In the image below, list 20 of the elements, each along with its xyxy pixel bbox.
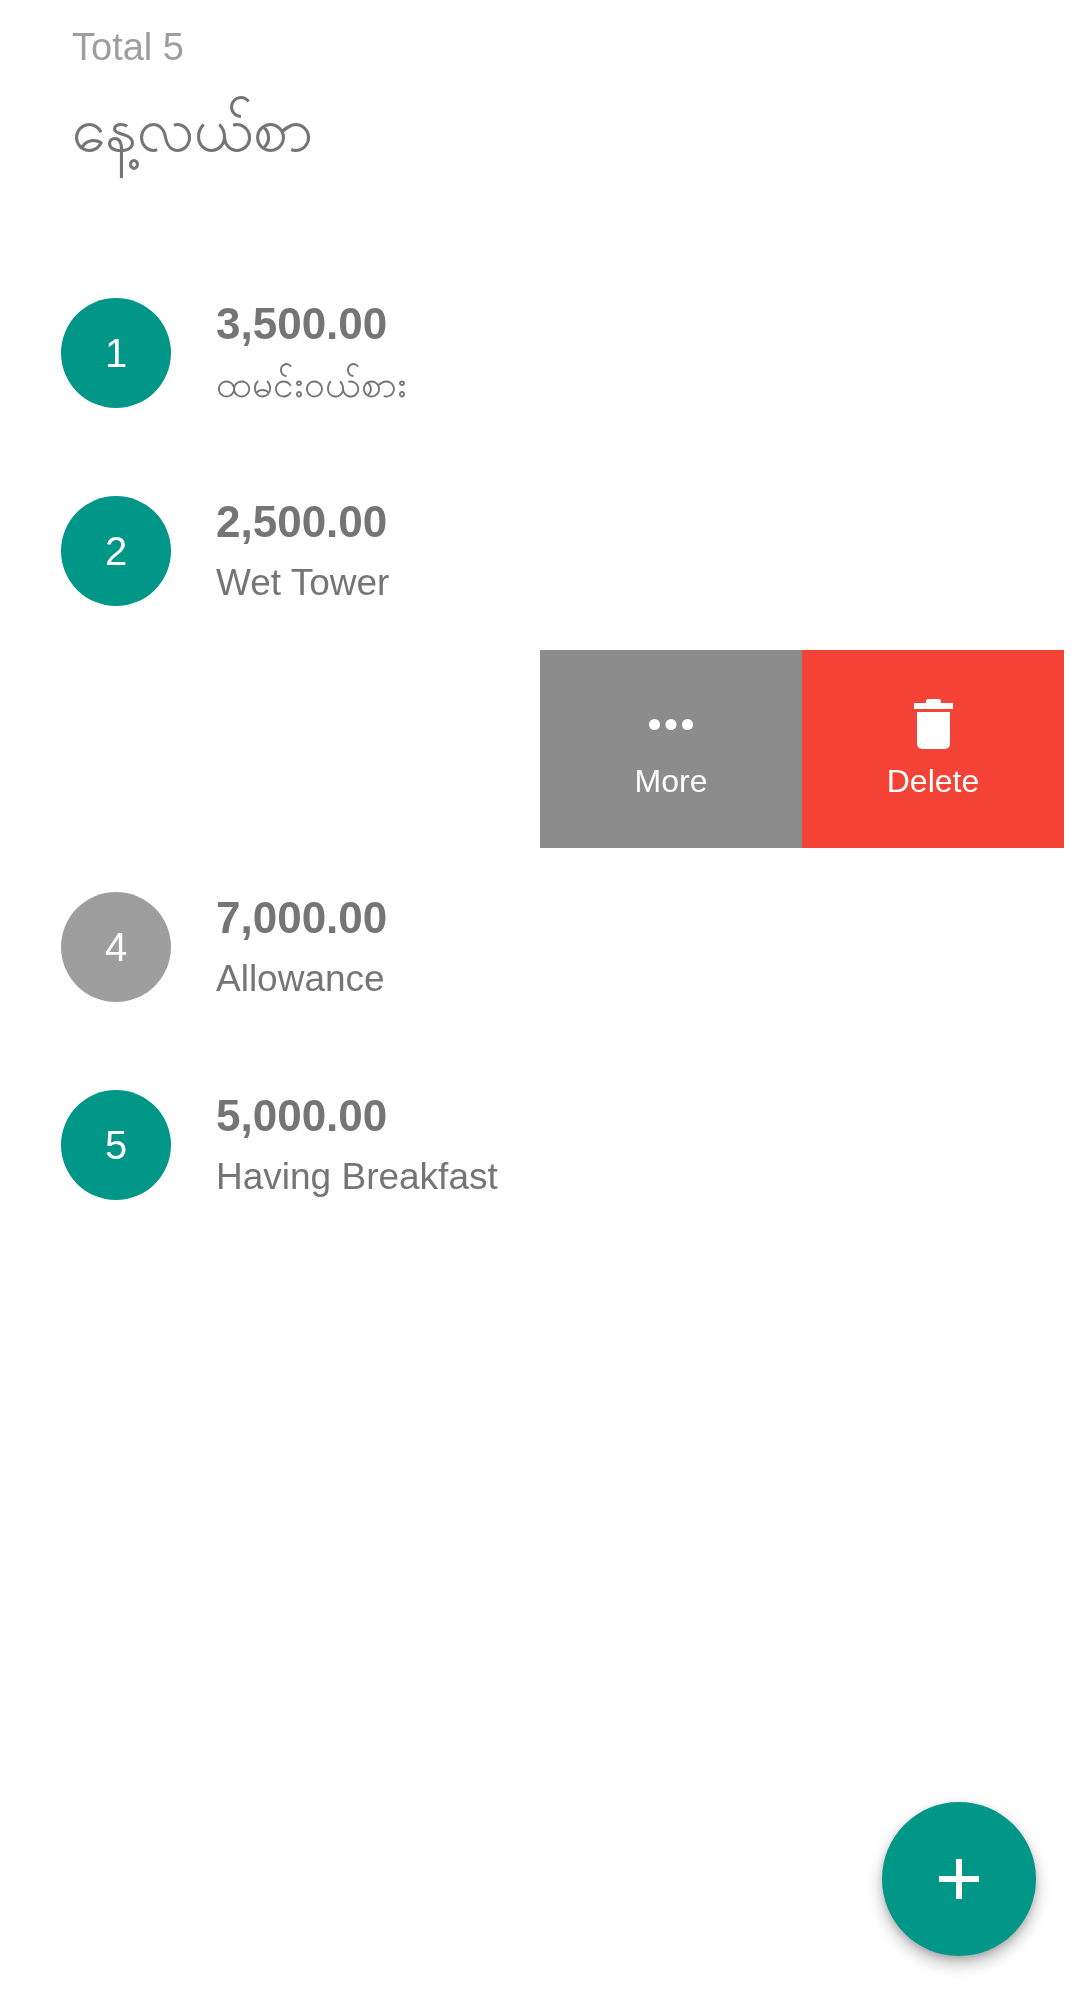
more-button[interactable]: More (540, 650, 802, 848)
add-button[interactable] (882, 1802, 1036, 1956)
ellipsis-icon (649, 718, 693, 730)
amount-text: 5,000.00 (216, 1091, 388, 1141)
amount-text: 7,000.00 (216, 893, 388, 943)
description-text: Wet Tower (216, 561, 390, 605)
trash-icon (913, 699, 953, 749)
amount-text: 3,500.00 (216, 299, 388, 349)
delete-button[interactable]: Delete (802, 650, 1064, 848)
description-text: ထမင်းဝယ်စား (216, 363, 407, 407)
plus-icon (939, 1859, 979, 1899)
number-avatar: 2 (61, 496, 171, 606)
number-avatar: 4 (61, 892, 171, 1002)
number-avatar: 1 (61, 298, 171, 408)
description-text: Allowance (216, 957, 385, 1001)
amount-text: 2,500.00 (216, 497, 388, 547)
total-count-label: Total 5 (72, 25, 184, 70)
description-text: Having Breakfast (216, 1155, 498, 1199)
page-title: နေ့လယ်စာ (72, 80, 313, 180)
number-avatar: 5 (61, 1090, 171, 1200)
